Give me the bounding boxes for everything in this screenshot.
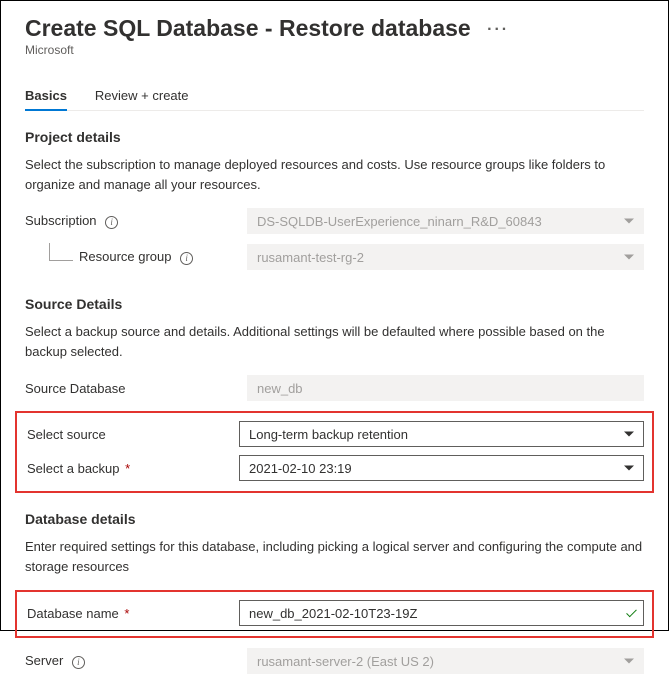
- required-asterisk: *: [124, 606, 129, 621]
- source-details-heading: Source Details: [25, 296, 644, 312]
- select-source-label: Select source: [25, 427, 239, 442]
- database-details-heading: Database details: [25, 511, 644, 527]
- server-select[interactable]: rusamant-server-2 (East US 2): [247, 648, 644, 674]
- source-database-label: Source Database: [25, 381, 247, 396]
- resource-group-label: Resource group i: [25, 249, 247, 264]
- database-name-label: Database name *: [25, 606, 239, 621]
- subscription-label: Subscription i: [25, 213, 247, 228]
- source-details-desc: Select a backup source and details. Addi…: [25, 322, 644, 361]
- required-asterisk: *: [125, 461, 130, 476]
- database-name-input[interactable]: new_db_2021-02-10T23-19Z: [239, 600, 644, 626]
- database-details-desc: Enter required settings for this databas…: [25, 537, 644, 576]
- chevron-down-icon: [624, 659, 634, 664]
- more-icon[interactable]: ···: [487, 21, 509, 39]
- info-icon[interactable]: i: [72, 656, 85, 669]
- chevron-down-icon: [624, 219, 634, 224]
- select-source-dropdown[interactable]: Long-term backup retention: [239, 421, 644, 447]
- highlight-source: Select source Long-term backup retention…: [15, 411, 654, 493]
- resource-group-select[interactable]: rusamant-test-rg-2: [247, 244, 644, 270]
- page-header: Create SQL Database - Restore database ·…: [25, 15, 644, 57]
- section-source-details: Source Details Select a backup source an…: [25, 296, 644, 493]
- project-details-heading: Project details: [25, 129, 644, 145]
- tabs: Basics Review + create: [25, 81, 644, 111]
- select-backup-label: Select a backup *: [25, 461, 239, 476]
- tab-basics[interactable]: Basics: [25, 81, 67, 110]
- section-database-details: Database details Enter required settings…: [25, 511, 644, 674]
- server-label: Server i: [25, 653, 247, 668]
- info-icon[interactable]: i: [105, 216, 118, 229]
- chevron-down-icon: [624, 466, 634, 471]
- tab-review-create[interactable]: Review + create: [95, 81, 189, 110]
- select-backup-dropdown[interactable]: 2021-02-10 23:19: [239, 455, 644, 481]
- subscription-select[interactable]: DS-SQLDB-UserExperience_ninarn_R&D_60843: [247, 208, 644, 234]
- tree-connector-icon: [49, 243, 73, 261]
- info-icon[interactable]: i: [180, 252, 193, 265]
- section-project-details: Project details Select the subscription …: [25, 129, 644, 270]
- page-title: Create SQL Database - Restore database: [25, 15, 471, 41]
- page-subtitle: Microsoft: [25, 43, 644, 57]
- chevron-down-icon: [624, 432, 634, 437]
- chevron-down-icon: [624, 255, 634, 260]
- source-database-field: new_db: [247, 375, 644, 401]
- project-details-desc: Select the subscription to manage deploy…: [25, 155, 644, 194]
- check-icon: [626, 607, 637, 618]
